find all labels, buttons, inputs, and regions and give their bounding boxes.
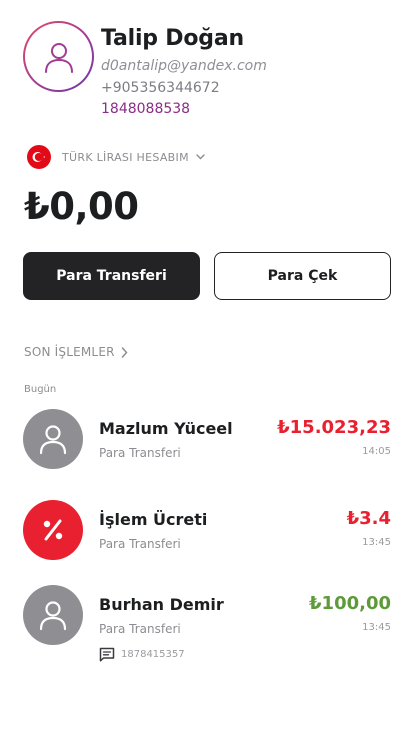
chevron-right-icon	[121, 346, 128, 358]
withdraw-button[interactable]: Para Çek	[214, 252, 391, 300]
transaction-type: Para Transferi	[99, 446, 181, 460]
transaction-item[interactable]: İşlem Ücreti Para Transferi ₺3.4 13:45	[23, 500, 393, 562]
transaction-avatar	[23, 409, 83, 469]
transaction-note: 1878415357	[99, 647, 185, 662]
profile-header: Talip Doğan d0antalip@yandex.com +905356…	[23, 21, 395, 121]
transaction-time: 13:45	[362, 622, 391, 633]
transaction-name: İşlem Ücreti	[99, 510, 208, 529]
user-icon	[39, 425, 67, 455]
percent-icon	[43, 519, 63, 541]
profile-customer-id[interactable]: 1848088538	[101, 101, 190, 117]
recent-transactions-link[interactable]: SON İŞLEMLER	[24, 345, 128, 359]
user-icon	[39, 601, 67, 631]
transaction-time: 13:45	[362, 537, 391, 548]
message-icon	[99, 647, 115, 662]
transaction-avatar	[23, 500, 83, 560]
transaction-item[interactable]: Burhan Demir Para Transferi ₺100,00 13:4…	[23, 585, 393, 665]
day-label: Bugün	[24, 384, 57, 395]
transaction-amount: ₺15.023,23	[277, 417, 391, 438]
profile-email: d0antalip@yandex.com	[101, 58, 267, 74]
transaction-note-text: 1878415357	[121, 649, 185, 660]
user-icon	[44, 42, 73, 73]
transaction-type: Para Transferi	[99, 537, 181, 551]
account-name: TÜRK LİRASI HESABIM	[62, 150, 189, 164]
transfer-button[interactable]: Para Transferi	[23, 252, 200, 300]
transaction-name: Mazlum Yüceel	[99, 419, 233, 438]
transaction-type: Para Transferi	[99, 622, 181, 636]
profile-avatar[interactable]	[23, 21, 94, 92]
account-balance: ₺0,00	[24, 185, 139, 228]
transaction-time: 14:05	[362, 446, 391, 457]
turkey-flag-icon	[27, 145, 51, 169]
transaction-amount: ₺3.4	[346, 508, 391, 529]
transaction-name: Burhan Demir	[99, 595, 224, 614]
transaction-avatar	[23, 585, 83, 645]
account-selector[interactable]: TÜRK LİRASI HESABIM	[27, 145, 205, 169]
avatar-placeholder	[25, 23, 92, 90]
transaction-item[interactable]: Mazlum Yüceel Para Transferi ₺15.023,23 …	[23, 409, 393, 471]
profile-name: Talip Doğan	[101, 26, 244, 51]
profile-phone: +905356344672	[101, 80, 220, 96]
chevron-down-icon	[196, 154, 205, 160]
recent-transactions-title: SON İŞLEMLER	[24, 345, 115, 359]
transaction-amount: ₺100,00	[309, 593, 391, 614]
